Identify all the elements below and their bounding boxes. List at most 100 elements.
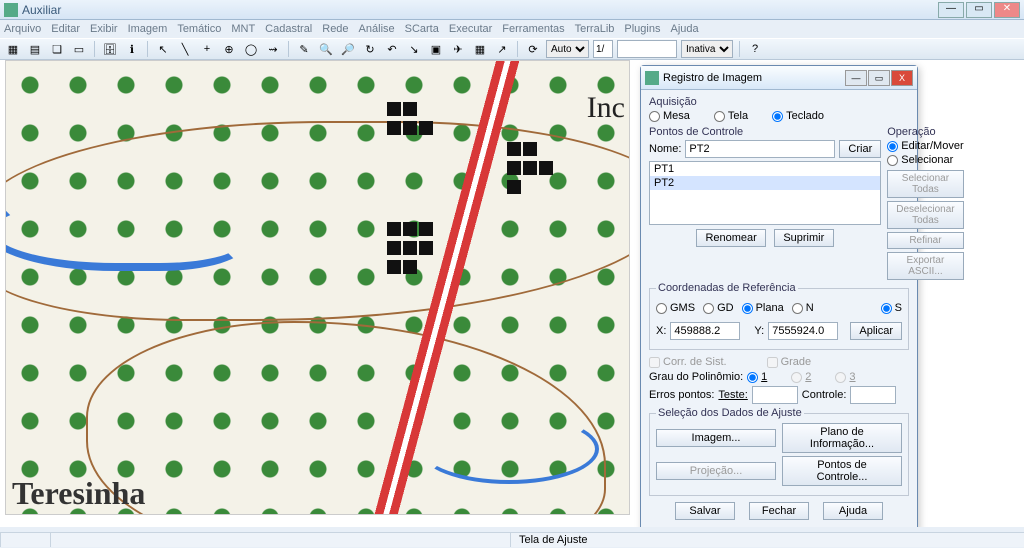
tool-layers-icon[interactable]: ❏ xyxy=(48,40,66,58)
menu-rede[interactable]: Rede xyxy=(322,23,348,35)
window-buttons: — ▭ ✕ xyxy=(938,2,1020,18)
suprimir-button[interactable]: Suprimir xyxy=(774,229,834,247)
x-input[interactable] xyxy=(670,322,740,340)
close-button[interactable]: ✕ xyxy=(994,2,1020,18)
tool-extent-icon[interactable]: ▣ xyxy=(427,40,445,58)
list-item[interactable]: PT2 xyxy=(650,176,880,190)
dialog-close-button[interactable]: X xyxy=(891,70,913,86)
minimize-button[interactable]: — xyxy=(938,2,964,18)
teste-input[interactable] xyxy=(752,386,798,404)
radio-gd[interactable] xyxy=(703,303,714,314)
map-place-label: Teresinha xyxy=(12,475,145,512)
menu-tematico[interactable]: Temático xyxy=(177,23,221,35)
tool-zoomout-icon[interactable]: 🔎 xyxy=(339,40,357,58)
tool-target-icon[interactable]: ⊕ xyxy=(220,40,238,58)
imagem-button[interactable]: Imagem... xyxy=(656,429,776,447)
active-select[interactable]: Inativa xyxy=(681,40,733,58)
controle-label: Controle: xyxy=(802,389,847,401)
dialog-titlebar[interactable]: Registro de Imagem — ▭ X xyxy=(641,66,917,90)
map-ne-label: Inc xyxy=(587,91,625,125)
teste-label: Teste: xyxy=(718,389,747,401)
workspace: Inc Teresinha Registro de Imagem — ▭ X A… xyxy=(0,60,1024,527)
tool-line-icon[interactable]: ╲ xyxy=(176,40,194,58)
ajuda-button[interactable]: Ajuda xyxy=(823,502,883,520)
tool-select-icon[interactable]: ▦ xyxy=(4,40,22,58)
aplicar-button[interactable]: Aplicar xyxy=(850,322,902,340)
tool-flight-icon[interactable]: ✈ xyxy=(449,40,467,58)
menu-analise[interactable]: Análise xyxy=(359,23,395,35)
app-icon xyxy=(4,3,18,17)
renomear-button[interactable]: Renomear xyxy=(696,229,765,247)
tool-undo-icon[interactable]: ↘ xyxy=(405,40,423,58)
controle-input[interactable] xyxy=(850,386,896,404)
menu-plugins[interactable]: Plugins xyxy=(624,23,660,35)
tool-back-icon[interactable]: ↶ xyxy=(383,40,401,58)
plano-button[interactable]: Plano de Informação... xyxy=(782,423,902,453)
radio-editar[interactable] xyxy=(887,141,898,152)
list-item[interactable]: PT1 xyxy=(650,162,880,176)
menu-cadastral[interactable]: Cadastral xyxy=(265,23,312,35)
tool-zoomin-icon[interactable]: 🔍 xyxy=(317,40,335,58)
tool-info-icon[interactable]: ℹ xyxy=(123,40,141,58)
radio-tela[interactable] xyxy=(714,111,725,122)
fechar-button[interactable]: Fechar xyxy=(749,502,809,520)
radio-teclado[interactable] xyxy=(772,111,783,122)
tool-pointer-icon[interactable]: ↗ xyxy=(493,40,511,58)
tool-rect-icon[interactable]: ▭ xyxy=(70,40,88,58)
menu-executar[interactable]: Executar xyxy=(449,23,492,35)
y-input[interactable] xyxy=(768,322,838,340)
menu-ferramentas[interactable]: Ferramentas xyxy=(502,23,564,35)
tool-chart-icon[interactable]: ▦ xyxy=(471,40,489,58)
radio-s[interactable] xyxy=(881,303,892,314)
menu-exibir[interactable]: Exibir xyxy=(90,23,118,35)
status-tela: Tela de Ajuste xyxy=(510,533,596,547)
pontos-listbox[interactable]: PT1 PT2 xyxy=(649,161,881,225)
menu-arquivo[interactable]: Arquivo xyxy=(4,23,41,35)
pontos-controle-button[interactable]: Pontos de Controle... xyxy=(782,456,902,486)
salvar-button[interactable]: Salvar xyxy=(675,502,735,520)
menu-ajuda[interactable]: Ajuda xyxy=(670,23,698,35)
help-icon[interactable]: ? xyxy=(746,40,764,58)
tool-grid-icon[interactable]: ▤ xyxy=(26,40,44,58)
tool-circle-icon[interactable]: ◯ xyxy=(242,40,260,58)
ratio-right-input[interactable] xyxy=(617,40,677,58)
selecionar-todas-button[interactable]: Selecionar Todas xyxy=(887,170,963,198)
refinar-button[interactable]: Refinar xyxy=(887,232,963,249)
tool-route-icon[interactable]: ⇝ xyxy=(264,40,282,58)
window-titlebar: Auxiliar — ▭ ✕ xyxy=(0,0,1024,20)
menu-imagem[interactable]: Imagem xyxy=(128,23,168,35)
dialog-registro: Registro de Imagem — ▭ X Aquisição Mesa … xyxy=(640,65,918,532)
radio-grau-1[interactable] xyxy=(747,372,758,383)
tool-plus-icon[interactable]: + xyxy=(198,40,216,58)
deselecionar-todas-button[interactable]: Deselecionar Todas xyxy=(887,201,963,229)
tool-cursor-icon[interactable]: ↖ xyxy=(154,40,172,58)
dialog-title: Registro de Imagem xyxy=(663,72,762,84)
radio-n[interactable] xyxy=(792,303,803,314)
projecao-button[interactable]: Projeção... xyxy=(656,462,776,480)
menu-editar[interactable]: Editar xyxy=(51,23,80,35)
tool-pan-icon[interactable]: ↻ xyxy=(361,40,379,58)
window-title: Auxiliar xyxy=(22,3,61,17)
radio-mesa[interactable] xyxy=(649,111,660,122)
criar-button[interactable]: Criar xyxy=(839,140,881,158)
menu-terralib[interactable]: TerraLib xyxy=(575,23,615,35)
coord-label: Coordenadas de Referência xyxy=(656,282,798,294)
menu-mnt[interactable]: MNT xyxy=(231,23,255,35)
tool-pencil-icon[interactable]: ✎ xyxy=(295,40,313,58)
exportar-button[interactable]: Exportar ASCII... xyxy=(887,252,963,280)
radio-plana[interactable] xyxy=(742,303,753,314)
dialog-max-button[interactable]: ▭ xyxy=(868,70,890,86)
radio-gms[interactable] xyxy=(656,303,667,314)
menu-scarta[interactable]: SCarta xyxy=(405,23,439,35)
dialog-min-button[interactable]: — xyxy=(845,70,867,86)
nome-input[interactable] xyxy=(685,140,835,158)
radio-selecionar[interactable] xyxy=(887,155,898,166)
ratio-left-input[interactable] xyxy=(593,40,613,58)
tool-db-icon[interactable]: 🗄 xyxy=(101,40,119,58)
scale-mode-select[interactable]: Auto xyxy=(546,40,589,58)
dialog-icon xyxy=(645,71,659,85)
group-aquisicao: Aquisição Mesa Tela Teclado xyxy=(649,96,909,122)
map-view[interactable]: Inc Teresinha xyxy=(5,60,630,515)
tool-refresh-icon[interactable]: ⟳ xyxy=(524,40,542,58)
maximize-button[interactable]: ▭ xyxy=(966,2,992,18)
